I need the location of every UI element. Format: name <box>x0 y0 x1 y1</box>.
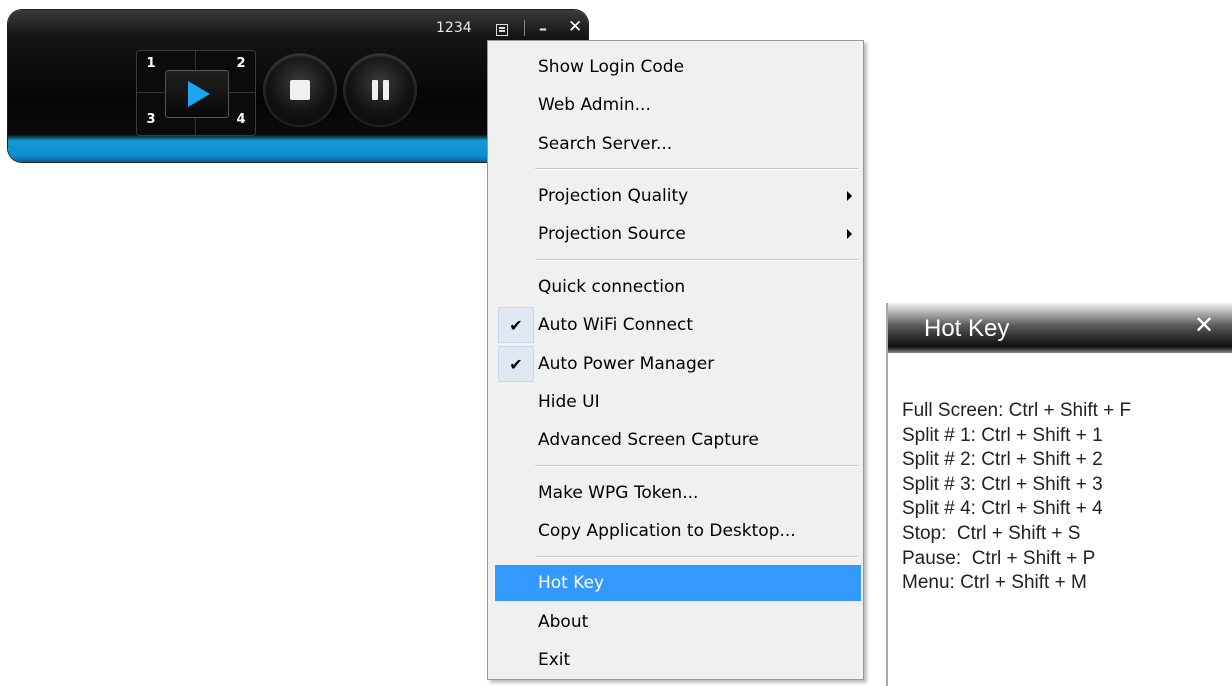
hotkey-title-bar: Hot Key ✕ <box>888 303 1232 353</box>
menu-item-exit[interactable]: Exit <box>491 642 860 678</box>
menu-item-label: Web Admin... <box>538 95 651 115</box>
menu-item-show-login-code[interactable]: Show Login Code <box>491 49 860 85</box>
menu-item-label: Hot Key <box>538 573 605 593</box>
close-icon[interactable]: ✕ <box>568 17 582 37</box>
split-3-button[interactable]: 3 <box>143 112 159 127</box>
menu-item-label: Projection Quality <box>538 186 689 206</box>
menu-item-hot-key[interactable]: Hot Key <box>495 565 861 601</box>
hotkey-line: Stop: Ctrl + Shift + S <box>902 522 1081 544</box>
hotkey-title: Hot Key <box>924 315 1010 342</box>
menu-item-hide-ui[interactable]: Hide UI <box>491 384 860 420</box>
split-4-button[interactable]: 4 <box>233 112 249 127</box>
menu-item-label: Quick connection <box>538 277 686 297</box>
menu-separator <box>535 465 858 467</box>
menu-item-search-server[interactable]: Search Server... <box>491 126 860 162</box>
pause-icon <box>371 80 389 100</box>
menu-item-copy-application[interactable]: Copy Application to Desktop... <box>491 513 860 549</box>
hotkey-line: Split # 3: Ctrl + Shift + 3 <box>902 473 1103 495</box>
menu-item-auto-power-manager[interactable]: ✔ Auto Power Manager <box>491 346 860 382</box>
hotkey-line: Menu: Ctrl + Shift + M <box>902 572 1087 594</box>
close-icon[interactable]: ✕ <box>1194 311 1214 339</box>
hotkey-line: Split # 4: Ctrl + Shift + 4 <box>902 498 1103 520</box>
hotkey-list: Full Screen: Ctrl + Shift + F Split # 1:… <box>902 399 1131 596</box>
menu-item-label: Copy Application to Desktop... <box>538 521 796 541</box>
context-menu: Show Login Code Web Admin... Search Serv… <box>487 40 864 680</box>
login-code: 1234 <box>436 20 472 36</box>
menu-item-projection-quality[interactable]: Projection Quality <box>491 178 860 214</box>
layout-icon[interactable] <box>496 24 508 36</box>
menu-item-label: Hide UI <box>538 392 600 412</box>
menu-item-web-admin[interactable]: Web Admin... <box>491 87 860 123</box>
pause-button[interactable] <box>344 54 416 126</box>
split-1-button[interactable]: 1 <box>143 56 159 71</box>
menu-item-label: Exit <box>538 650 571 670</box>
menu-separator <box>535 259 858 261</box>
hotkey-line: Full Screen: Ctrl + Shift + F <box>902 400 1132 421</box>
menu-item-label: Make WPG Token... <box>538 483 699 503</box>
hotkey-window: Hot Key ✕ Full Screen: Ctrl + Shift + F … <box>886 303 1232 686</box>
checkmark-icon: ✔ <box>498 346 534 382</box>
menu-separator <box>535 168 858 170</box>
split-2-button[interactable]: 2 <box>233 56 249 71</box>
play-icon <box>188 81 210 107</box>
stop-icon <box>290 80 310 100</box>
menu-item-label: Search Server... <box>538 134 673 154</box>
menu-item-label: Auto WiFi Connect <box>538 315 693 335</box>
menu-item-label: Advanced Screen Capture <box>538 430 759 450</box>
hotkey-line: Pause: Ctrl + Shift + P <box>902 547 1096 569</box>
menu-item-quick-connection[interactable]: Quick connection <box>491 269 860 305</box>
menu-item-label: Projection Source <box>538 224 686 244</box>
menu-item-projection-source[interactable]: Projection Source <box>491 216 860 252</box>
play-button[interactable] <box>165 70 229 118</box>
hotkey-line: Split # 1: Ctrl + Shift + 1 <box>902 424 1103 446</box>
hotkey-line: Split # 2: Ctrl + Shift + 2 <box>902 449 1103 471</box>
menu-item-auto-wifi-connect[interactable]: ✔ Auto WiFi Connect <box>491 307 860 343</box>
title-separator <box>524 20 525 36</box>
menu-item-make-wpg-token[interactable]: Make WPG Token... <box>491 475 860 511</box>
stop-button[interactable] <box>264 54 336 126</box>
checkmark-icon: ✔ <box>498 307 534 343</box>
menu-separator <box>535 556 858 558</box>
minimize-icon[interactable]: – <box>539 18 555 38</box>
menu-item-label: Auto Power Manager <box>538 354 715 374</box>
menu-item-about[interactable]: About <box>491 604 860 640</box>
submenu-arrow-icon <box>847 191 852 201</box>
split-screen-selector: 1 2 3 4 <box>136 50 256 136</box>
submenu-arrow-icon <box>847 229 852 239</box>
menu-item-advanced-screen-capture[interactable]: Advanced Screen Capture <box>491 422 860 458</box>
menu-item-label: About <box>538 612 589 632</box>
menu-item-label: Show Login Code <box>538 57 685 77</box>
